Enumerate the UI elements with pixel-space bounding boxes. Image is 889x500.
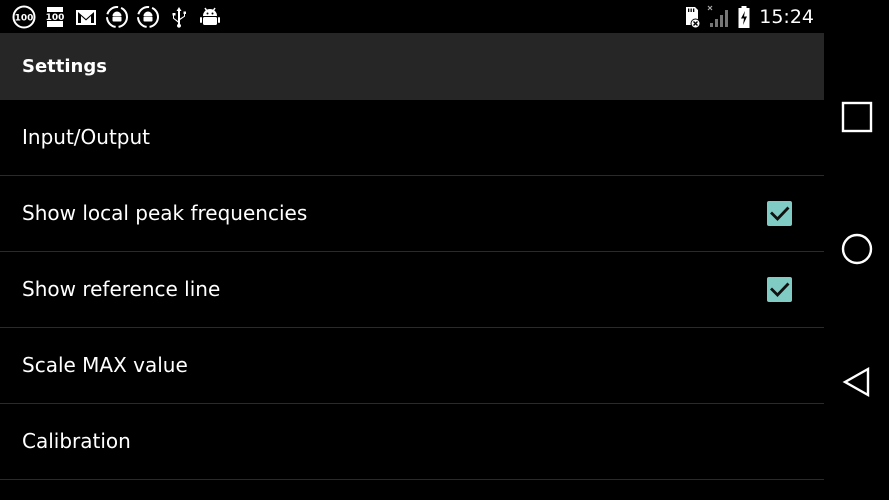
badge-100-text: 100 bbox=[15, 14, 34, 24]
action-bar: Settings bbox=[0, 33, 824, 100]
preference-label: Show reference line bbox=[22, 277, 221, 301]
status-clock: 15:24 bbox=[759, 6, 814, 28]
usb-icon bbox=[172, 7, 186, 28]
settings-screen: 100 100 15:24 Settings Input/Output Show… bbox=[0, 0, 824, 500]
android-sync-icon bbox=[106, 6, 128, 28]
preference-item-show-local-peak-frequencies[interactable]: Show local peak frequencies bbox=[0, 176, 824, 252]
gmail-icon bbox=[76, 10, 96, 25]
battery-100-alt-icon: 100 bbox=[46, 7, 65, 27]
preference-label: Show local peak frequencies bbox=[22, 201, 308, 225]
notification-icons: 100 100 bbox=[12, 5, 222, 29]
android-sync-alt-icon bbox=[137, 6, 159, 28]
battery-charging-icon bbox=[738, 6, 750, 28]
home-icon[interactable] bbox=[836, 228, 878, 270]
show-local-peak-frequencies-checkbox[interactable] bbox=[767, 201, 792, 226]
no-signal-icon bbox=[707, 5, 729, 27]
sd-card-error-icon bbox=[686, 7, 701, 29]
page-title: Settings bbox=[22, 56, 107, 77]
show-reference-line-checkbox[interactable] bbox=[767, 277, 792, 302]
android-debug-icon bbox=[200, 7, 220, 25]
check-icon bbox=[770, 206, 790, 222]
preference-label: Input/Output bbox=[22, 125, 150, 149]
battery-100-icon: 100 bbox=[12, 5, 36, 29]
check-icon bbox=[770, 282, 790, 298]
status-bar: 100 100 15:24 bbox=[0, 0, 824, 33]
badge-100-alt-text: 100 bbox=[46, 13, 65, 23]
system-status-icons: 15:24 bbox=[683, 4, 814, 30]
preference-item-input-output[interactable]: Input/Output bbox=[0, 100, 824, 176]
preference-item-show-reference-line[interactable]: Show reference line bbox=[0, 252, 824, 328]
back-icon[interactable] bbox=[836, 361, 878, 403]
preference-label: Scale MAX value bbox=[22, 353, 188, 377]
preference-label: Calibration bbox=[22, 429, 131, 453]
preference-item-calibration[interactable]: Calibration bbox=[0, 404, 824, 480]
recents-icon[interactable] bbox=[836, 96, 878, 138]
preference-item-scale-max-value[interactable]: Scale MAX value bbox=[0, 328, 824, 404]
navigation-bar bbox=[824, 0, 889, 500]
preference-list: Input/Output Show local peak frequencies… bbox=[0, 100, 824, 480]
